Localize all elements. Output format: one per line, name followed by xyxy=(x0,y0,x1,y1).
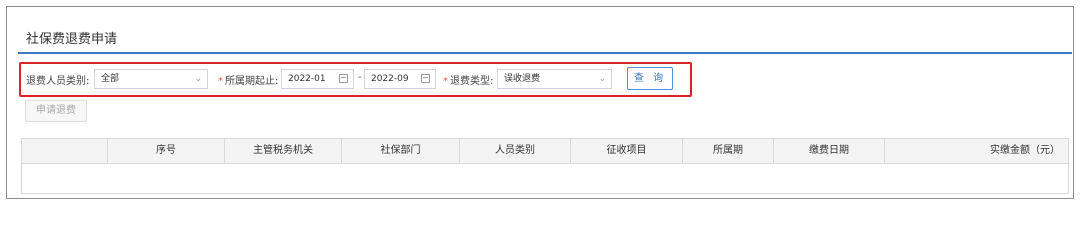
column-header-payment-date: 缴费日期 xyxy=(773,139,884,163)
chevron-down-icon: ⌄ xyxy=(598,74,606,84)
period-end-input[interactable]: 2022-09 xyxy=(364,69,436,89)
refund-type-label: * 退费类型: xyxy=(443,76,494,87)
period-end-value: 2022-09 xyxy=(371,74,409,84)
page-title: 社保费退费申请 xyxy=(26,32,118,47)
required-asterisk: * xyxy=(443,76,448,87)
person-type-label: 退费人员类别: xyxy=(26,76,90,87)
person-type-value: 全部 xyxy=(101,74,120,84)
calendar-icon[interactable] xyxy=(421,74,430,83)
column-header-levy-item: 征收项目 xyxy=(570,139,682,163)
refund-type-value: 误收退费 xyxy=(504,74,541,84)
required-asterisk: * xyxy=(218,76,223,87)
calendar-icon[interactable] xyxy=(339,74,348,83)
table-header: 序号 主管税务机关 社保部门 人员类别 征收项目 所属期 缴费日期 实缴金额（元… xyxy=(22,139,1068,164)
period-separator: - xyxy=(358,72,362,83)
apply-refund-button[interactable]: 申请退费 xyxy=(25,100,87,122)
refund-table: 序号 主管税务机关 社保部门 人员类别 征收项目 所属期 缴费日期 实缴金额（元… xyxy=(21,138,1069,194)
period-start-value: 2022-01 xyxy=(288,74,326,84)
column-header-social-dept: 社保部门 xyxy=(341,139,459,163)
query-button[interactable]: 查 询 xyxy=(627,67,673,90)
column-header-select xyxy=(22,139,107,163)
column-header-index: 序号 xyxy=(107,139,224,163)
period-label: * 所属期起止: xyxy=(218,76,279,87)
person-type-select[interactable]: 全部 ⌄ xyxy=(94,69,208,89)
chevron-down-icon: ⌄ xyxy=(194,74,202,84)
column-header-person-type: 人员类别 xyxy=(459,139,570,163)
column-header-tax-authority: 主管税务机关 xyxy=(224,139,341,163)
column-header-amount: 实缴金额（元） xyxy=(884,139,1068,163)
refund-type-select[interactable]: 误收退费 ⌄ xyxy=(497,69,612,89)
period-start-input[interactable]: 2022-01 xyxy=(281,69,354,89)
title-divider xyxy=(18,52,1072,54)
column-header-period: 所属期 xyxy=(682,139,773,163)
